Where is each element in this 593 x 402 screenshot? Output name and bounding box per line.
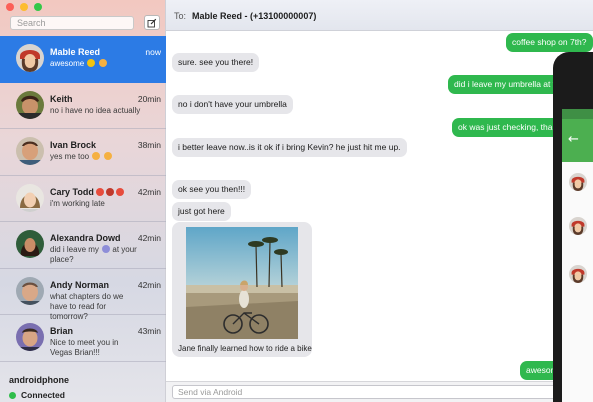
avatar[interactable] (569, 217, 587, 235)
conversation-name: Brian (50, 326, 74, 336)
conversation-time: now (145, 47, 161, 57)
sidebar: Mable Reed now awesome Keith 20min (0, 0, 166, 402)
conversation-name: Ivan Brock (50, 140, 97, 150)
conversation-preview: awesome (50, 59, 142, 69)
avatar (16, 44, 44, 72)
conversation-time: 20min (137, 93, 161, 104)
incoming-message: just got here (172, 202, 231, 221)
photo-attachment[interactable] (186, 227, 298, 339)
conversation-preview: Nice to meet you in Vegas Brian!!! (50, 338, 142, 358)
zoom-window-button[interactable] (34, 3, 42, 11)
avatar[interactable] (569, 265, 587, 283)
avatar (16, 137, 44, 165)
conversation-preview: did i leave my at your place? (50, 245, 142, 265)
avatar (16, 90, 44, 119)
photo-caption: Jane finally learned how to ride a bike (178, 344, 312, 353)
avatar (16, 276, 44, 305)
conversation-item[interactable]: Ivan Brock 38min yes me too (0, 129, 166, 176)
target-emoji-icon (106, 187, 114, 196)
to-label: To: (174, 11, 187, 21)
incoming-message: ok see you then!!! (172, 180, 252, 199)
conversation-name: Keith (50, 93, 73, 104)
incoming-message: sure. see you there! (172, 53, 260, 72)
conversation-preview: yes me too (50, 152, 142, 162)
message-input[interactable] (172, 385, 567, 399)
preview-text: i'm working late (50, 198, 105, 208)
device-name: androidphone (9, 375, 69, 385)
conversation-name: Andy Norman (50, 279, 110, 290)
avatar (16, 183, 44, 212)
message-thread: coffee shop on 7th? sure. see you there!… (166, 31, 593, 381)
conversation-item[interactable]: Alexandra Dowd 42min did i leave my at y… (0, 222, 166, 269)
conversation-item[interactable]: Keith 20min no i have no idea actually (0, 83, 166, 129)
android-phone-screen: ← (562, 109, 593, 402)
conversation-item[interactable]: Brian 43min Nice to meet you in Vegas Br… (0, 315, 166, 362)
conversation-list: Mable Reed now awesome Keith 20min no i … (0, 36, 166, 362)
conversation-preview: no i have no idea actually (50, 106, 142, 116)
compose-icon (147, 18, 157, 27)
android-toolbar: ← (562, 119, 593, 162)
preview-text: awesome (50, 59, 85, 68)
beach-photo-image (186, 227, 298, 339)
conversation-name: Cary Todd (50, 186, 94, 197)
conversation-name: Alexandra Dowd (50, 233, 121, 243)
conversation-time: 42min (137, 233, 161, 243)
angry-emoji-icon (116, 187, 124, 196)
back-arrow-icon[interactable]: ← (568, 132, 579, 147)
composer-bar (166, 381, 593, 402)
status-text: Connected (21, 390, 65, 400)
connection-status: Connected (9, 390, 65, 400)
conversation-time: 42min (137, 186, 161, 197)
android-phone-frame: ← (553, 52, 593, 402)
avatar[interactable] (569, 173, 587, 191)
window-controls (6, 3, 42, 11)
thumbs-up-emoji-icon (92, 152, 101, 160)
outgoing-message: coffee shop on 7th? (506, 33, 593, 52)
avatar (16, 230, 44, 258)
preview-text: did i leave my (50, 245, 99, 254)
conversation-item[interactable]: Cary Todd 42min i'm working late (0, 176, 166, 222)
grin-emoji-icon (87, 59, 96, 67)
search-input[interactable] (10, 16, 134, 30)
thumbs-up-emoji-icon (98, 59, 107, 67)
preview-text-continued: Brian!!! (74, 348, 100, 357)
minimize-window-button[interactable] (20, 3, 28, 11)
conversation-name: Mable Reed (50, 47, 101, 57)
preview-text: no i have no idea actually (50, 105, 141, 115)
conversation-time: 43min (137, 326, 161, 336)
conversation-time: 42min (137, 279, 161, 290)
status-dot-icon (9, 391, 16, 399)
heart-emoji-icon (96, 187, 104, 196)
incoming-message: no i don't have your umbrella (172, 95, 293, 114)
conversation-header: To: Mable Reed - (+13100000007) (166, 0, 593, 31)
recipient-name[interactable]: Mable Reed - (+13100000007) (192, 11, 316, 21)
conversation-time: 38min (137, 140, 161, 150)
incoming-message: i better leave now..is it ok if i bring … (172, 138, 407, 157)
conversation-item[interactable]: Andy Norman 42min what chapters do we ha… (0, 269, 166, 321)
photo-message[interactable]: Jane finally learned how to ride a bike (172, 222, 312, 357)
compose-button[interactable] (144, 15, 160, 30)
conversation-item[interactable]: Mable Reed now awesome (0, 36, 166, 83)
avatar (16, 323, 44, 351)
umbrella-emoji-icon (102, 245, 111, 253)
close-window-button[interactable] (6, 3, 14, 11)
conversation-preview: i'm working late (50, 199, 142, 209)
preview-text: yes me too (50, 152, 90, 161)
android-status-bar (562, 109, 593, 119)
ok-hand-emoji-icon (103, 152, 112, 160)
